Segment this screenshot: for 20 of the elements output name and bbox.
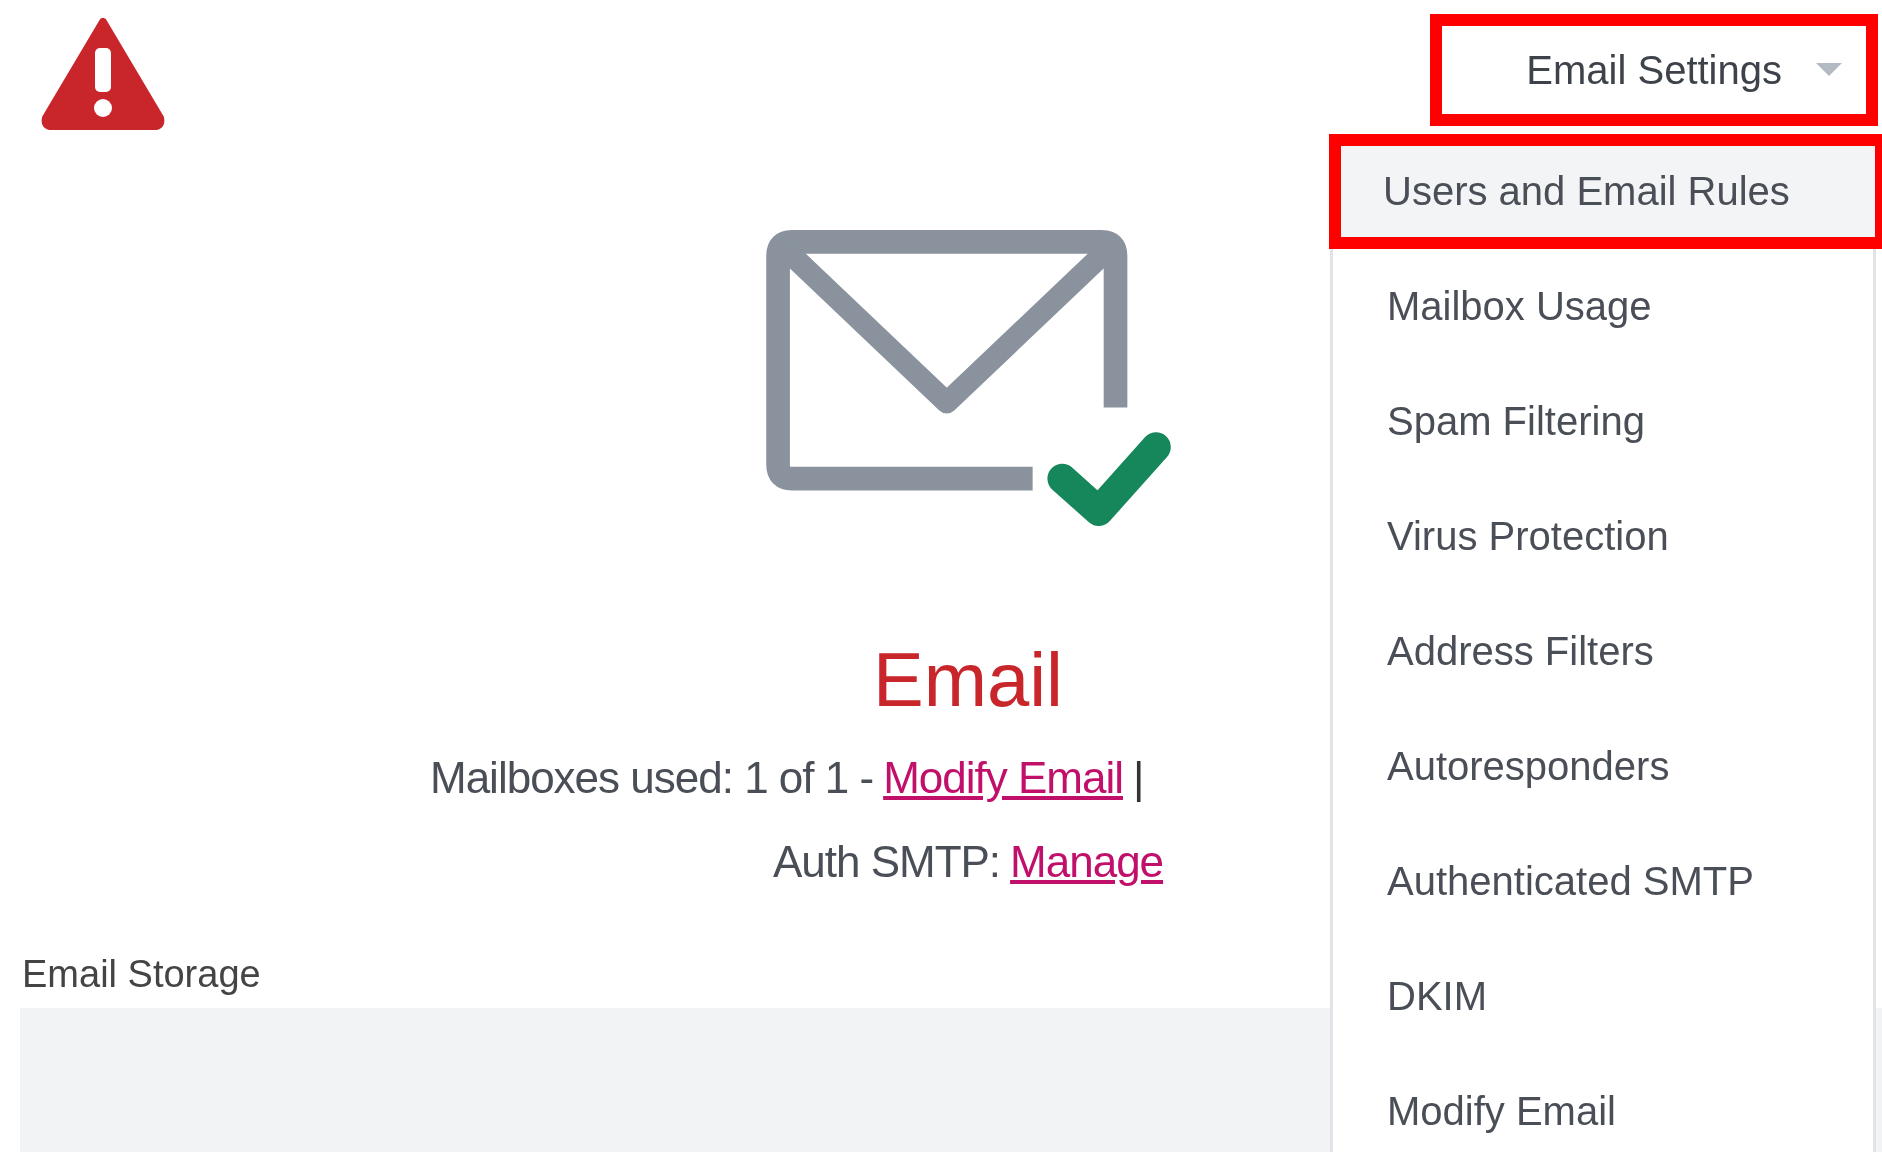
- separator: |: [1133, 751, 1144, 804]
- menu-item[interactable]: DKIM: [1333, 939, 1873, 1054]
- menu-item[interactable]: Modify Email: [1333, 1054, 1873, 1152]
- auth-smtp-label: Auth SMTP:: [772, 836, 1001, 889]
- menu-item[interactable]: Authenticated SMTP: [1333, 824, 1873, 939]
- modify-email-link[interactable]: Modify Email: [883, 751, 1123, 805]
- menu-item[interactable]: Users and Email Rules: [1329, 134, 1882, 249]
- envelope-check-icon: [765, 230, 1171, 526]
- mailboxes-info: Mailboxes used: 1 of 1 -: [430, 751, 874, 804]
- menu-item[interactable]: Mailbox Usage: [1333, 249, 1873, 364]
- warning-icon: [40, 18, 166, 130]
- page-title: Email: [872, 638, 1063, 722]
- caret-icon: [1816, 63, 1842, 77]
- manage-link[interactable]: Manage: [1010, 836, 1164, 890]
- menu-item[interactable]: Spam Filtering: [1333, 364, 1873, 479]
- menu-item[interactable]: Virus Protection: [1333, 479, 1873, 594]
- menu-item[interactable]: Autoresponders: [1333, 709, 1873, 824]
- storage-label: Email Storage: [22, 953, 261, 997]
- email-settings-dropdown[interactable]: Email Settings: [1430, 14, 1878, 126]
- menu-item[interactable]: Address Filters: [1333, 594, 1873, 709]
